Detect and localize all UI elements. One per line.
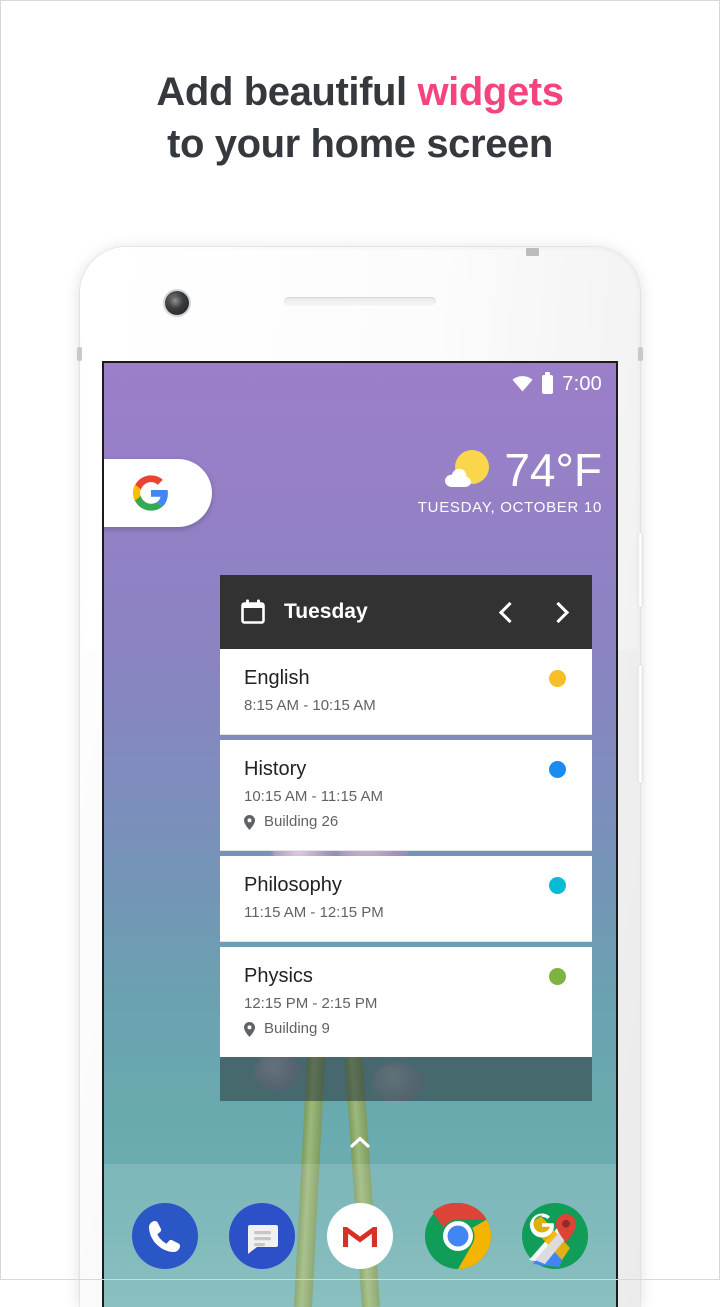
calendar-event-list: English 8:15 AM - 10:15 AM History 10:15… <box>220 649 592 1057</box>
event-location-text: Building 26 <box>264 813 339 830</box>
headline-prefix: Add beautiful <box>156 70 418 114</box>
status-clock: 7:00 <box>562 372 602 395</box>
earpiece-speaker <box>284 297 436 306</box>
calendar-widget-header: Tuesday <box>220 575 592 649</box>
event-color-dot <box>549 761 566 778</box>
power-button[interactable] <box>638 533 643 607</box>
calendar-icon <box>240 599 266 625</box>
event-time: 11:15 AM - 12:15 PM <box>244 904 384 921</box>
calendar-event-item[interactable]: English 8:15 AM - 10:15 AM <box>220 649 592 735</box>
camera-icon <box>165 291 189 315</box>
volume-button[interactable] <box>638 665 643 783</box>
calendar-widget-footer <box>220 1057 592 1101</box>
event-title: History <box>244 758 307 780</box>
weather-date: TUESDAY, OCTOBER 10 <box>417 499 602 516</box>
maps-icon[interactable] <box>521 1202 589 1270</box>
phone-screen: 7:00 74°F TUESDAY, OCTOBER 10 Tuesday En… <box>104 363 616 1307</box>
battery-icon <box>542 371 554 394</box>
event-location: Building 26 <box>244 812 572 832</box>
event-title: Physics <box>244 965 313 987</box>
wifi-icon <box>512 376 533 392</box>
app-dock <box>104 1164 616 1307</box>
event-title: English <box>244 667 310 689</box>
phone-mockup: 7:00 74°F TUESDAY, OCTOBER 10 Tuesday En… <box>77 247 643 1307</box>
chrome-icon[interactable] <box>424 1202 492 1270</box>
calendar-event-item[interactable]: Philosophy 11:15 AM - 12:15 PM <box>220 856 592 942</box>
calendar-event-item[interactable]: Physics 12:15 PM - 2:15 PM Building 9 <box>220 947 592 1057</box>
location-pin-icon <box>244 814 255 830</box>
page-headline: Add beautiful widgets to your home scree… <box>0 66 720 170</box>
headline-accent-word: widgets <box>417 70 564 114</box>
event-title: Philosophy <box>244 874 342 896</box>
chevron-up-icon[interactable] <box>349 1132 371 1154</box>
google-search-widget[interactable] <box>104 459 212 527</box>
event-time: 12:15 PM - 2:15 PM <box>244 995 378 1012</box>
calendar-widget[interactable]: Tuesday English 8:15 AM - 10:15 AM Histo… <box>220 575 592 1101</box>
chevron-right-icon[interactable] <box>547 601 570 623</box>
event-location: Building 9 <box>244 1019 572 1039</box>
event-color-dot <box>549 877 566 894</box>
phone-icon[interactable] <box>131 1202 199 1270</box>
messages-icon[interactable] <box>228 1202 296 1270</box>
event-color-dot <box>549 670 566 687</box>
google-g-logo <box>133 475 169 511</box>
headline-line-1: Add beautiful widgets <box>0 66 720 118</box>
weather-temperature: 74°F <box>504 444 602 496</box>
weather-widget[interactable]: 74°F TUESDAY, OCTOBER 10 <box>418 445 602 516</box>
status-bar: 7:00 <box>104 363 616 405</box>
left-antenna-nub <box>77 347 82 361</box>
calendar-event-item[interactable]: History 10:15 AM - 11:15 AM Building 26 <box>220 740 592 851</box>
event-time: 10:15 AM - 11:15 AM <box>244 788 383 805</box>
location-pin-icon <box>244 1021 255 1037</box>
event-time: 8:15 AM - 10:15 AM <box>244 697 376 714</box>
chevron-left-icon[interactable] <box>498 601 521 623</box>
right-antenna-nub <box>638 347 643 361</box>
gmail-icon[interactable] <box>326 1202 394 1270</box>
sun-behind-cloud-icon <box>442 447 494 493</box>
event-color-dot <box>549 968 566 985</box>
calendar-widget-title: Tuesday <box>284 600 368 623</box>
event-location-text: Building 9 <box>264 1020 330 1037</box>
headline-line-2: to your home screen <box>167 122 553 166</box>
antenna-line <box>526 248 539 256</box>
